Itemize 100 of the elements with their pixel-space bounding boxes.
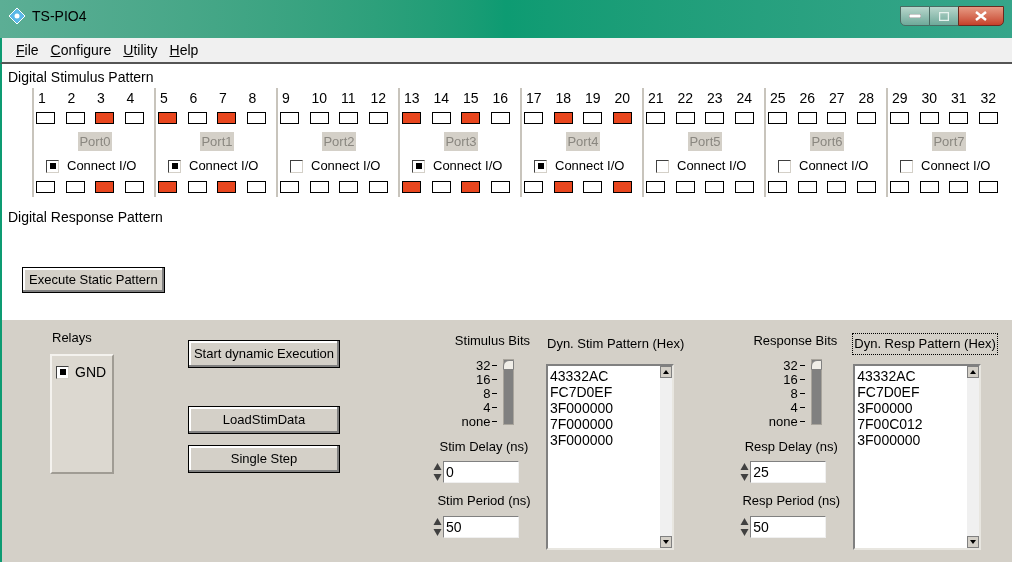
stimulus-bit-toggle[interactable] — [402, 112, 421, 124]
hex-line: 3F000000 — [550, 431, 614, 448]
bit-number: 16 — [491, 89, 509, 108]
action-button[interactable]: LoadStimData — [188, 406, 340, 434]
stimulus-bit-toggle[interactable] — [978, 112, 998, 124]
menu-item[interactable]: Configure — [50, 39, 112, 61]
bit-number: 23 — [706, 89, 723, 108]
scroll-up-icon[interactable] — [967, 365, 980, 378]
stimulus-bit-toggle[interactable] — [246, 112, 266, 124]
stimulus-bit-toggle[interactable] — [65, 112, 85, 124]
scrollbar[interactable] — [967, 365, 980, 548]
bit-number: 31 — [950, 89, 967, 108]
menu-item[interactable]: Help — [169, 39, 199, 61]
bit-number: 27 — [828, 89, 845, 108]
response-bits-slider[interactable] — [810, 358, 822, 425]
stimulus-bit-toggle[interactable] — [768, 112, 787, 124]
close-button[interactable] — [958, 6, 1004, 26]
slider-thumb[interactable] — [810, 359, 822, 370]
port-label: Port0 — [78, 131, 112, 152]
checkbox[interactable] — [56, 365, 69, 379]
stimulus-bit-toggle[interactable] — [734, 112, 754, 124]
stimulus-bit-toggle[interactable] — [705, 112, 724, 124]
stimulus-bit-toggle[interactable] — [646, 112, 665, 124]
checkbox[interactable] — [900, 159, 913, 173]
menu-item[interactable]: Utility — [123, 39, 158, 61]
hex-line: 3F000000 — [550, 399, 614, 416]
stimulus-bit-toggle[interactable] — [431, 112, 451, 124]
stimulus-bit-toggle[interactable] — [124, 112, 144, 124]
period-field[interactable]: 50 — [750, 515, 827, 538]
checkbox[interactable] — [412, 159, 425, 173]
stimulus-bit-toggle[interactable] — [797, 112, 817, 124]
menu-item[interactable]: File — [16, 39, 39, 61]
minimize-button[interactable] — [900, 6, 930, 26]
stimulus-bit-toggle[interactable] — [309, 112, 329, 124]
stimulus-bit-toggle[interactable] — [856, 112, 876, 124]
bit-number: 30 — [920, 89, 938, 108]
scrollbar[interactable] — [660, 365, 672, 548]
checkbox[interactable] — [778, 159, 791, 173]
action-button[interactable]: Start dynamic Execution — [188, 340, 340, 368]
stimulus-bit-toggle[interactable] — [890, 112, 909, 124]
app-logo-icon — [8, 7, 26, 25]
stimulus-bit-toggle[interactable] — [36, 112, 55, 124]
stimulus-bit-toggle[interactable] — [158, 112, 177, 124]
checkbox[interactable] — [656, 159, 669, 173]
slider-thumb[interactable] — [503, 359, 515, 370]
checkbox-label: Connect I/O — [921, 157, 991, 176]
maximize-button[interactable] — [930, 6, 958, 26]
close-icon — [975, 11, 987, 21]
scroll-up-icon[interactable] — [660, 365, 672, 378]
delay-field[interactable]: 0 — [443, 461, 519, 483]
section-title: Digital Response Pattern — [8, 209, 163, 225]
scroll-down-icon[interactable] — [660, 535, 672, 548]
stimulus-bit-toggle[interactable] — [949, 112, 968, 124]
port-label: Port3 — [444, 131, 478, 152]
port-label: Port6 — [810, 131, 844, 152]
stimulus-bit-toggle[interactable] — [553, 112, 573, 124]
stimulus-bit-toggle[interactable] — [368, 112, 388, 124]
spinner-arrows-icon[interactable] — [432, 515, 443, 538]
scroll-down-icon[interactable] — [967, 535, 980, 548]
stimulus-bit-toggle[interactable] — [583, 112, 602, 124]
stimulus-bit-toggle[interactable] — [95, 112, 114, 124]
stimulus-bit-toggle[interactable] — [919, 112, 939, 124]
checkbox[interactable] — [168, 159, 181, 173]
stimulus-bit-toggle[interactable] — [675, 112, 695, 124]
stimulus-bit-toggle[interactable] — [490, 112, 510, 124]
hex-pattern-list[interactable]: 43332AC FC7D0EF 3F00000 7F00C012 3F000000 — [853, 363, 982, 550]
period-field[interactable]: 50 — [443, 515, 519, 538]
hex-line: 7F00C012 — [857, 415, 923, 432]
scale-label: none — [768, 414, 798, 429]
spinner-arrows-icon[interactable] — [739, 461, 751, 483]
execute-static-pattern-button[interactable]: Execute Static Pattern — [22, 267, 165, 293]
stimulus-bits-slider[interactable] — [503, 358, 515, 425]
spinner-arrows-icon[interactable] — [432, 461, 443, 483]
checkbox[interactable] — [290, 159, 303, 173]
stimulus-bit-toggle[interactable] — [827, 112, 846, 124]
stimulus-bit-toggle[interactable] — [524, 112, 543, 124]
field-label: Stim Period (ns) — [437, 492, 531, 510]
stimulus-bit-toggle[interactable] — [280, 112, 299, 124]
hex-line: FC7D0EF — [857, 383, 920, 400]
checkbox-label: Connect I/O — [189, 157, 259, 176]
bit-number: 22 — [676, 89, 694, 108]
relays-label: Relays — [52, 329, 92, 347]
stimulus-bit-toggle[interactable] — [217, 112, 236, 124]
checkbox[interactable] — [46, 159, 59, 173]
checkbox-label: Connect I/O — [555, 157, 625, 176]
spinner-arrows-icon[interactable] — [739, 515, 751, 538]
stimulus-bit-toggle[interactable] — [339, 112, 358, 124]
scale-label: 32 — [476, 358, 491, 373]
scale-label: 8 — [790, 386, 798, 401]
delay-field[interactable]: 25 — [750, 461, 827, 483]
bit-number: 4 — [125, 89, 135, 108]
stimulus-bit-toggle[interactable] — [461, 112, 480, 124]
hex-pattern-list[interactable]: 43332AC FC7D0EF 3F000000 7F000000 3F000000 — [546, 363, 674, 550]
scale-label: 4 — [790, 400, 798, 415]
stimulus-bit-toggle[interactable] — [612, 112, 632, 124]
bit-number: 18 — [554, 89, 572, 108]
stimulus-bit-toggle[interactable] — [187, 112, 207, 124]
port-label: Port1 — [200, 131, 234, 152]
checkbox[interactable] — [534, 159, 547, 173]
action-button[interactable]: Single Step — [188, 445, 340, 473]
